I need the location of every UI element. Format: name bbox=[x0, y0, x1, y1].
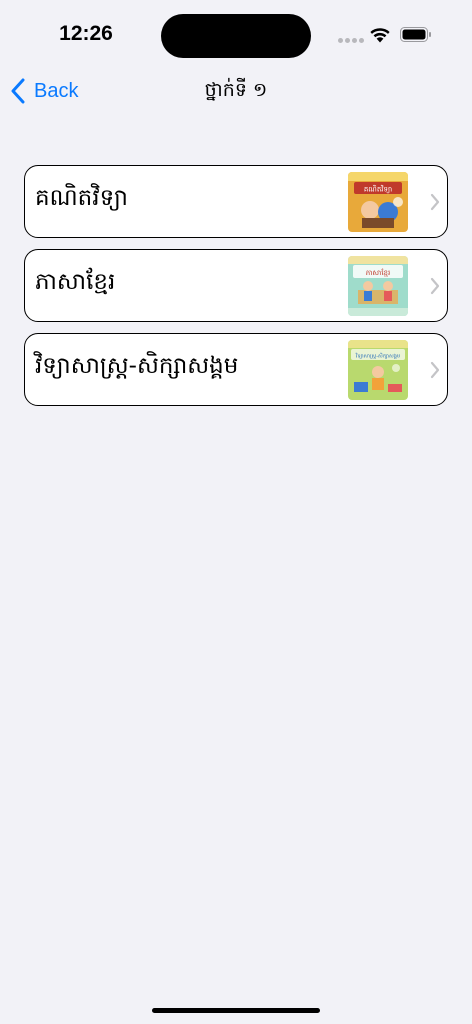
list-item-label: ភាសាខ្មែរ bbox=[35, 269, 116, 295]
list-item-khmer[interactable]: ភាសាខ្មែរ ភាសាខ្មែរ bbox=[24, 249, 448, 322]
book-cover-image: ភាសាខ្មែរ bbox=[348, 256, 408, 316]
status-bar: 12:26 bbox=[0, 0, 472, 60]
chevron-right-icon bbox=[430, 361, 440, 379]
cover-title: វិទ្យាសាស្ត្រ-សិក្សាសង្គម bbox=[355, 353, 400, 360]
status-time: 12:26 bbox=[59, 22, 113, 45]
subject-list: គណិតវិទ្យា គណិតវិទ្យា ភាសាខ្មែរ ភាសាខ្មែ… bbox=[24, 165, 448, 417]
navigation-bar: Back ថ្នាក់ទី ១ bbox=[0, 64, 472, 120]
chevron-right-icon bbox=[430, 277, 440, 295]
list-item-science[interactable]: វិទ្យាសាស្ត្រ-សិក្សាសង្គម វិទ្យាសាស្ត្រ-… bbox=[24, 333, 448, 406]
cover-title: គណិតវិទ្យា bbox=[364, 185, 392, 194]
home-indicator[interactable] bbox=[152, 1008, 320, 1013]
back-button[interactable]: Back bbox=[10, 76, 78, 106]
dynamic-island bbox=[161, 14, 311, 58]
back-label: Back bbox=[34, 79, 79, 102]
cover-title: ភាសាខ្មែរ bbox=[366, 268, 390, 277]
page-title: ថ្នាក់ទី ១ bbox=[204, 79, 268, 101]
book-cover-image: គណិតវិទ្យា bbox=[348, 172, 408, 232]
list-item-label: គណិតវិទ្យា bbox=[35, 185, 128, 211]
chevron-left-icon bbox=[11, 78, 25, 104]
signal-dots-icon bbox=[338, 38, 364, 43]
list-item-math[interactable]: គណិតវិទ្យា គណិតវិទ្យា bbox=[24, 165, 448, 238]
book-cover-image: វិទ្យាសាស្ត្រ-សិក្សាសង្គម bbox=[348, 340, 408, 400]
list-item-label: វិទ្យាសាស្ត្រ-សិក្សាសង្គម bbox=[35, 353, 239, 379]
wifi-icon bbox=[370, 28, 390, 43]
chevron-right-icon bbox=[430, 193, 440, 211]
battery-icon bbox=[400, 27, 431, 42]
